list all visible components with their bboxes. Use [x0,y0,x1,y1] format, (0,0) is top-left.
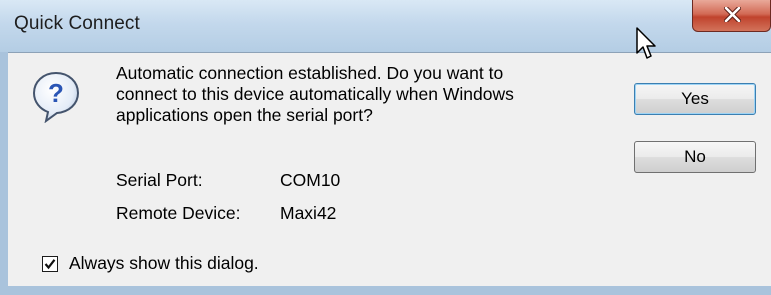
remote-device-label: Remote Device: [116,203,241,223]
message-line: Automatic connection established. Do you… [116,63,504,83]
dialog-client-area: ? Automatic connection established. Do y… [8,52,771,286]
always-show-label[interactable]: Always show this dialog. [69,253,259,274]
close-button[interactable] [692,0,771,32]
message-line: connect to this device automatically whe… [116,84,514,104]
quick-connect-window: Quick Connect ? Automatic connection est… [0,0,771,295]
dialog-message: Automatic connection established. Do you… [116,63,596,126]
checkmark-icon [44,259,56,270]
close-icon [724,7,741,22]
remote-device-value: Maxi42 [280,203,337,223]
yes-button[interactable]: Yes [634,83,756,115]
serial-port-label: Serial Port: [116,170,203,190]
always-show-checkbox[interactable] [42,256,58,272]
no-button[interactable]: No [634,141,756,173]
question-icon: ? [32,71,80,123]
message-line: applications open the serial port? [116,105,373,125]
window-title: Quick Connect [14,13,140,34]
svg-text:?: ? [48,78,64,108]
mouse-cursor-icon [636,27,656,59]
serial-port-value: COM10 [280,170,341,190]
